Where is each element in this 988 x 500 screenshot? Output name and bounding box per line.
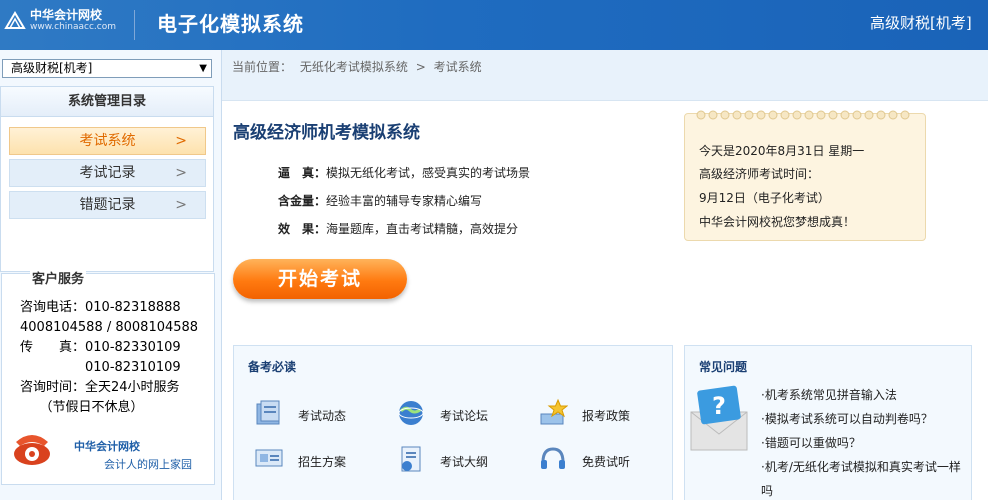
sidebar: 高级财税[机考] ▼ 系统管理目录 考试系统 > 考试记录 > 错题记录 > 客…	[0, 50, 222, 500]
sidebar-item-label: 考试系统	[79, 133, 136, 149]
prep-item-label: 考试论坛	[440, 409, 489, 423]
feature-line: 逼 真：模拟无纸化考试，感受真实的考试场景	[278, 164, 530, 181]
feature-label: 含金量：	[278, 194, 327, 208]
feature-text: 海量题库，直击考试精髓，高效提分	[326, 222, 519, 236]
site-logo[interactable]: 中华会计网校 www.chinaacc.com	[0, 0, 140, 50]
sidebar-item-exam-system[interactable]: 考试系统 >	[9, 127, 206, 155]
notice-exam-label: 高级经济师考试时间：	[699, 167, 820, 181]
feature-label: 逼 真：	[278, 166, 327, 180]
svg-text:?: ?	[712, 392, 726, 420]
chevron-right-icon: >	[175, 165, 187, 181]
chevron-right-icon: >	[175, 133, 187, 149]
sidebar-item-exam-records[interactable]: 考试记录 >	[9, 159, 206, 187]
prep-title: 备考必读	[248, 360, 297, 374]
prep-item-label: 考试大纲	[440, 455, 489, 469]
breadcrumb-current: 考试系统	[433, 60, 482, 74]
notice-date: 今天是2020年8月31日 星期一	[699, 144, 865, 158]
globe-icon	[398, 401, 424, 425]
prep-item-exam-forum[interactable]: 考试论坛	[396, 398, 516, 428]
header-divider	[134, 10, 135, 40]
customer-service-panel: 客户服务 咨询电话：010-82318888 4008104588 / 8008…	[1, 268, 215, 485]
breadcrumb-separator: >	[415, 60, 426, 74]
system-title: 电子化模拟系统	[157, 12, 304, 36]
prep-reading-panel: 备考必读 考试动态 考试论坛 报考政策 招生方案 考试大纲 免费试听	[233, 345, 673, 500]
cs-line: 传 真：010-82330109	[20, 340, 181, 355]
breadcrumb-link[interactable]: 无纸化考试模拟系统	[300, 60, 408, 74]
faq-item[interactable]: ·机考/无纸化考试模拟和真实考试一样吗	[761, 455, 971, 500]
customer-service-info: 咨询电话：010-82318888 4008104588 / 800810458…	[20, 298, 198, 418]
prep-item-label: 报考政策	[582, 409, 631, 423]
prep-item-exam-news[interactable]: 考试动态	[254, 398, 374, 428]
headset-icon	[541, 447, 565, 469]
cs-line: （节假日不休息）	[20, 400, 144, 415]
cs-brand: 中华会计网校	[74, 440, 140, 453]
cs-line: 4008104588 / 8008104588	[20, 320, 199, 335]
cs-line: 咨询电话：010-82318888	[20, 300, 181, 315]
logo-mark-icon	[4, 11, 26, 29]
faq-title: 常见问题	[699, 360, 748, 374]
faq-item[interactable]: ·机考系统常见拼音输入法	[761, 383, 971, 407]
breadcrumb-prefix: 当前位置：	[232, 60, 293, 74]
feature-line: 含金量：经验丰富的辅导专家精心编写	[278, 192, 482, 209]
document-icon	[401, 446, 421, 472]
cs-line: 010-82310109	[20, 360, 181, 375]
prep-item-enrollment[interactable]: 招生方案	[254, 444, 374, 474]
notebook-rings-icon	[696, 110, 910, 120]
menu-panel: 系统管理目录 考试系统 > 考试记录 > 错题记录 > 客户服务 咨询电话：01…	[0, 86, 215, 485]
customer-service-title: 客户服务	[30, 268, 87, 287]
feature-text: 经验丰富的辅导专家精心编写	[326, 194, 483, 208]
faq-item[interactable]: ·模拟考试系统可以自动判卷吗？	[761, 407, 971, 431]
logo-en-text: www.chinaacc.com	[30, 22, 116, 32]
prep-item-free-trial[interactable]: 免费试听	[538, 444, 658, 474]
feature-text: 模拟无纸化考试，感受真实的考试场景	[326, 166, 531, 180]
certificate-icon	[255, 449, 283, 467]
start-exam-button[interactable]: 开始考试	[233, 259, 407, 299]
feature-label: 效 果：	[278, 222, 327, 236]
prep-item-label: 考试动态	[298, 409, 347, 423]
page-title: 高级经济师机考模拟系统	[233, 123, 420, 143]
cs-line: 咨询时间：全天24小时服务	[20, 380, 180, 395]
prep-item-syllabus[interactable]: 考试大纲	[396, 444, 516, 474]
sidebar-item-label: 错题记录	[79, 197, 136, 213]
menu-title: 系统管理目录	[1, 87, 213, 117]
sidebar-item-wrong-questions[interactable]: 错题记录 >	[9, 191, 206, 219]
chevron-right-icon: >	[175, 197, 187, 213]
logo-cn-text: 中华会计网校	[30, 8, 103, 22]
exam-select[interactable]: 高级财税[机考] ▼	[2, 59, 212, 78]
prep-item-label: 免费试听	[582, 455, 631, 469]
news-icon	[256, 400, 280, 425]
star-stack-icon	[540, 398, 568, 425]
cs-slogan: 会计人的网上家园	[104, 458, 192, 471]
notice-card: 今天是2020年8月31日 星期一 高级经济师考试时间： 9月12日（电子化考试…	[684, 110, 926, 241]
breadcrumb: 当前位置： 无纸化考试模拟系统 > 考试系统	[232, 58, 486, 75]
telephone-icon	[14, 435, 50, 465]
main-panel: 高级经济师机考模拟系统 逼 真：模拟无纸化考试，感受真实的考试场景 含金量：经验…	[222, 100, 988, 500]
top-header: 中华会计网校 www.chinaacc.com 电子化模拟系统 高级财税[机考]	[0, 0, 988, 50]
prep-item-policy[interactable]: 报考政策	[538, 398, 658, 428]
faq-list: ·机考系统常见拼音输入法 ·模拟考试系统可以自动判卷吗？ ·错题可以重做吗？ ·…	[761, 383, 971, 500]
question-envelope-icon: ?	[690, 385, 748, 451]
dropdown-arrow-icon: ▼	[199, 63, 207, 74]
feature-line: 效 果：海量题库，直击考试精髓，高效提分	[278, 220, 518, 237]
prep-item-label: 招生方案	[298, 455, 347, 469]
notice-blessing: 中华会计网校祝您梦想成真！	[699, 215, 856, 229]
faq-panel: 常见问题 ? ·机考系统常见拼音输入法 ·模拟考试系统可以自动判卷吗？ ·错题可…	[684, 345, 972, 500]
notice-exam-date: 9月12日（电子化考试）	[699, 191, 830, 205]
faq-item[interactable]: ·错题可以重做吗？	[761, 431, 971, 455]
exam-select-value: 高级财税[机考]	[11, 61, 93, 75]
sidebar-item-label: 考试记录	[79, 165, 136, 181]
current-exam-label: 高级财税[机考]	[870, 14, 972, 32]
